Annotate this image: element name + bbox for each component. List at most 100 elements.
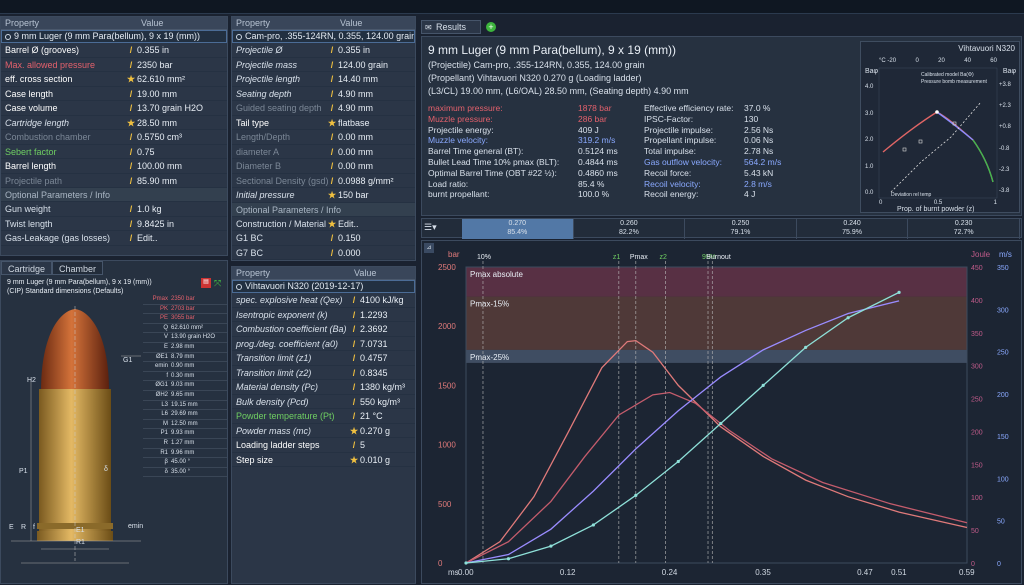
property-row[interactable]: Gas-Leakage (gas losses) / Edit.. <box>1 231 227 246</box>
property-value[interactable]: 85.90 mm <box>135 174 177 188</box>
ladder-step[interactable]: 0.250 79.1% <box>685 219 797 239</box>
property-value[interactable]: 19.00 mm <box>135 87 177 101</box>
property-value[interactable]: 21 °C <box>358 409 383 423</box>
property-value[interactable]: 62.610 mm² <box>135 72 185 86</box>
property-row[interactable]: G1 BC /0.150 <box>232 231 415 246</box>
property-value[interactable]: 13.70 grain H2O <box>135 101 203 115</box>
property-value[interactable]: 100.00 mm <box>135 159 182 173</box>
tab-results[interactable]: ✉ Results <box>421 20 481 34</box>
property-row[interactable]: Sectional Density (gsd)/0.0988 g/mm² <box>232 174 415 188</box>
property-row[interactable]: Projectile path /85.90 mm <box>1 174 227 188</box>
property-row[interactable]: Cartridge length ★ 28.50 mm <box>1 116 227 130</box>
property-value[interactable]: 0.4757 <box>358 351 388 365</box>
property-row[interactable]: Sebert factor /0.75 <box>1 145 227 159</box>
property-value[interactable]: 4.90 mm <box>336 101 373 115</box>
property-row[interactable]: prog./deg. coefficient (a0) /7.0731 <box>232 337 415 351</box>
property-row[interactable]: Initial pressure ★ 150 bar <box>232 188 415 203</box>
property-value[interactable]: 0.00 mm <box>336 145 373 159</box>
tab-cartridge[interactable]: Cartridge <box>1 261 53 275</box>
property-value[interactable]: 4.90 mm <box>336 87 373 101</box>
tab-chamber[interactable]: Chamber <box>52 261 104 275</box>
property-row[interactable]: Guided seating depth /4.90 mm <box>232 101 415 116</box>
property-value[interactable]: 550 kg/m³ <box>358 395 400 409</box>
property-value[interactable]: 4100 kJ/kg <box>358 293 404 307</box>
powder-selector[interactable]: Vihtavuori N320 (2019-12-17) <box>232 280 415 293</box>
separator: / <box>129 218 133 229</box>
property-value[interactable]: 0.010 g <box>358 453 390 467</box>
pdf-icon[interactable]: ▤ <box>201 278 211 288</box>
property-value[interactable]: 2.3692 <box>358 322 388 336</box>
property-row[interactable]: Case length /19.00 mm <box>1 87 227 101</box>
property-value[interactable]: flatbase <box>336 116 370 130</box>
property-row[interactable]: Transition limit (z2) /0.8345 <box>232 366 415 380</box>
drawing-title: 9 mm Luger (9 mm Para(bellum), 9 x 19 (m… <box>7 279 152 286</box>
property-value[interactable]: 0.5750 cm³ <box>135 130 182 144</box>
property-row[interactable]: Transition limit (z1) /0.4757 <box>232 351 415 366</box>
property-value[interactable]: 14.40 mm <box>336 72 378 86</box>
property-value[interactable]: 5 <box>358 438 365 452</box>
property-row[interactable]: Projectile mass /124.00 grain <box>232 58 415 72</box>
property-value[interactable]: 2350 bar <box>135 58 173 72</box>
property-row[interactable]: Combustion chamber /0.5750 cm³ <box>1 130 227 145</box>
ladder-step[interactable]: 0.270 85.4% <box>462 219 574 239</box>
property-row[interactable]: Loading ladder steps /5 <box>232 438 415 453</box>
property-row[interactable]: spec. explosive heat (Qex) /4100 kJ/kg <box>232 293 415 308</box>
export-icon[interactable]: ⤧ <box>214 278 224 288</box>
property-row[interactable]: Material density (Pc) /1380 kg/m³ <box>232 380 415 395</box>
property-value[interactable]: 1380 kg/m³ <box>358 380 405 394</box>
property-row[interactable]: Powder temperature (Pt) /21 °C <box>232 409 415 424</box>
property-row[interactable]: eff. cross section ★ 62.610 mm² <box>1 72 227 87</box>
property-row[interactable]: Powder mass (mc) ★ 0.270 g <box>232 424 415 438</box>
property-value[interactable]: 1.0 kg <box>135 202 162 216</box>
property-row[interactable]: Projectile Ø /0.355 in <box>232 43 415 58</box>
ladder-step[interactable]: 0.240 75.9% <box>797 219 909 239</box>
property-row[interactable]: Diameter B /0.00 mm <box>232 159 415 174</box>
property-row[interactable]: Barrel Ø (grooves) /0.355 in <box>1 43 227 58</box>
cartridge-selector[interactable]: 9 mm Luger (9 mm Para(bellum), 9 x 19 (m… <box>1 30 227 43</box>
property-value[interactable]: 0.0988 g/mm² <box>336 174 394 188</box>
property-row[interactable]: Combustion coefficient (Ba) /2.3692 <box>232 322 415 337</box>
property-value[interactable]: 0.150 <box>336 231 361 245</box>
property-row[interactable]: G7 BC /0.000 <box>232 246 415 260</box>
property-value[interactable]: 150 bar <box>336 188 369 202</box>
ladder-filter-icon[interactable]: ☰▾ <box>424 222 437 233</box>
property-row[interactable]: Gun weight /1.0 kg <box>1 202 227 217</box>
ladder-step[interactable]: 0.260 82.2% <box>574 219 686 239</box>
property-value[interactable]: 0.355 in <box>336 43 370 57</box>
property-row[interactable]: Projectile length /14.40 mm <box>232 72 415 87</box>
property-value[interactable]: 0.00 mm <box>336 159 373 173</box>
ladder-step[interactable]: 0.230 72.7% <box>908 219 1020 239</box>
property-row[interactable]: Twist length /9.8425 in <box>1 217 227 231</box>
property-value[interactable]: 0.355 in <box>135 43 169 57</box>
property-value[interactable]: 0.00 mm <box>336 130 373 144</box>
property-value[interactable]: Edit.. <box>336 217 359 231</box>
y-left-tick-label: 2500 <box>438 263 456 272</box>
dim-label-f: f <box>33 524 35 531</box>
velocity-point <box>549 544 553 548</box>
property-value[interactable]: 9.8425 in <box>135 217 174 231</box>
property-row[interactable]: Case volume /13.70 grain H2O <box>1 101 227 116</box>
property-row[interactable]: Seating depth /4.90 mm <box>232 87 415 101</box>
property-row[interactable]: Step size ★ 0.010 g <box>232 453 415 467</box>
property-value[interactable]: 0.75 <box>135 145 155 159</box>
property-row[interactable]: Tail type ★ flatbase <box>232 116 415 130</box>
property-value[interactable]: Edit.. <box>135 231 158 245</box>
property-row[interactable]: Max. allowed pressure /2350 bar <box>1 58 227 72</box>
property-row[interactable]: Barrel length /100.00 mm <box>1 159 227 174</box>
projectile-selector[interactable]: Cam-pro, .355-124RN, 0.355, 124.00 grain <box>232 30 415 43</box>
result-row: burnt propellant: 100.0 % <box>428 189 642 200</box>
property-value[interactable]: 28.50 mm <box>135 116 177 130</box>
property-row[interactable]: Length/Depth /0.00 mm <box>232 130 415 145</box>
property-value[interactable]: 0.8345 <box>358 366 388 380</box>
property-row[interactable]: Bulk density (Pcd) /550 kg/m³ <box>232 395 415 409</box>
property-value[interactable]: 124.00 grain <box>336 58 388 72</box>
property-value[interactable]: 7.0731 <box>358 337 388 351</box>
add-tab-icon[interactable]: + <box>486 22 496 32</box>
property-row[interactable]: Isentropic exponent (k) /1.2293 <box>232 308 415 322</box>
property-row[interactable]: diameter A /0.00 mm <box>232 145 415 159</box>
result-row: Muzzle velocity: 319.2 m/s <box>428 135 642 146</box>
property-row[interactable]: Construction / Material ★ Edit.. <box>232 217 415 231</box>
property-value[interactable]: 0.270 g <box>358 424 390 438</box>
property-value[interactable]: 1.2293 <box>358 308 388 322</box>
property-value[interactable]: 0.000 <box>336 246 361 260</box>
